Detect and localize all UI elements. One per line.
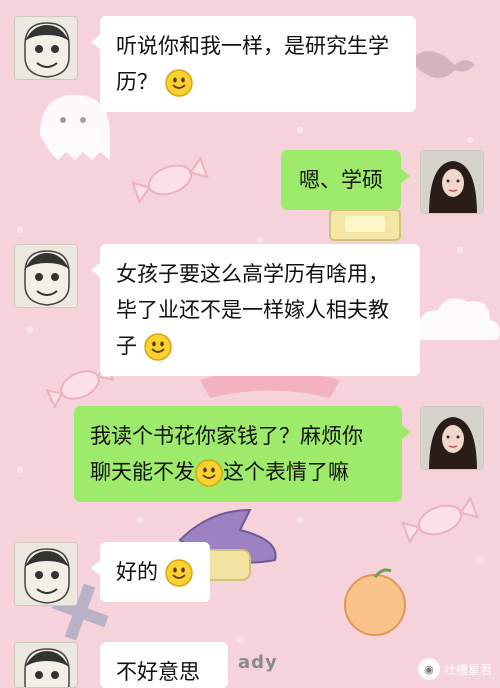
message-text: 子 xyxy=(116,334,137,358)
orange-doodle xyxy=(344,568,406,636)
cartoon-face-icon xyxy=(15,17,77,79)
candy-doodle xyxy=(401,496,479,544)
message-bubble[interactable]: 听说你和我一样，是研究生学 历？ xyxy=(91,16,416,112)
wechat-account-icon: ◉ xyxy=(417,658,440,680)
message-bubble[interactable]: 不好意思 xyxy=(100,642,228,688)
woman-portrait-icon xyxy=(421,151,483,213)
cartoon-face-icon xyxy=(15,245,77,307)
message-text: 嗯、学硕 xyxy=(299,168,383,192)
message-text: 女孩子要这么高学历有啥用， xyxy=(116,262,389,286)
wallpaper-text: ady xyxy=(238,652,278,673)
message-text: 聊天能不发 xyxy=(90,460,195,484)
cloud-doodle xyxy=(413,298,500,340)
user-avatar[interactable] xyxy=(420,406,484,470)
message-bubble[interactable]: 女孩子要这么高学历有啥用， 毕了业还不是一样嫁人相夫教 子 xyxy=(91,244,420,376)
candy-doodle xyxy=(131,156,209,204)
smile-emoji-icon xyxy=(164,69,193,97)
sender-avatar[interactable] xyxy=(14,642,78,688)
cartoon-face-icon xyxy=(15,643,77,687)
message-bubble[interactable]: 好的 xyxy=(91,542,210,602)
smile-emoji-icon xyxy=(164,559,193,587)
woman-portrait-icon xyxy=(421,407,483,469)
watermark-text: 吐槽星君 xyxy=(443,662,492,677)
message-text: 毕了业还不是一样嫁人相夫教 xyxy=(116,298,389,322)
message-text: 我读个书花你家钱了？麻烦你 xyxy=(90,424,363,448)
message-text: 不好意思 xyxy=(116,660,200,684)
smile-emoji-icon xyxy=(195,459,223,487)
message-text: 历？ xyxy=(116,70,158,94)
bat-doodle xyxy=(410,51,475,78)
watermark: ◉ 吐槽星君 xyxy=(417,658,492,680)
sender-avatar[interactable] xyxy=(14,16,78,80)
sender-avatar[interactable] xyxy=(14,542,78,606)
cartoon-face-icon xyxy=(15,543,77,605)
message-bubble[interactable]: 嗯、学硕 xyxy=(281,150,410,210)
message-text: 好的 xyxy=(116,560,158,584)
box-doodle xyxy=(329,209,401,241)
sender-avatar[interactable] xyxy=(14,244,78,308)
user-avatar[interactable] xyxy=(420,150,484,214)
message-bubble[interactable]: 我读个书花你家钱了？麻烦你 聊天能不发 这个表情了嘛 xyxy=(74,406,411,502)
message-text: 这个表情了嘛 xyxy=(223,460,349,484)
message-text: 听说你和我一样，是研究生学 xyxy=(116,34,389,58)
smile-emoji-icon xyxy=(143,333,172,361)
